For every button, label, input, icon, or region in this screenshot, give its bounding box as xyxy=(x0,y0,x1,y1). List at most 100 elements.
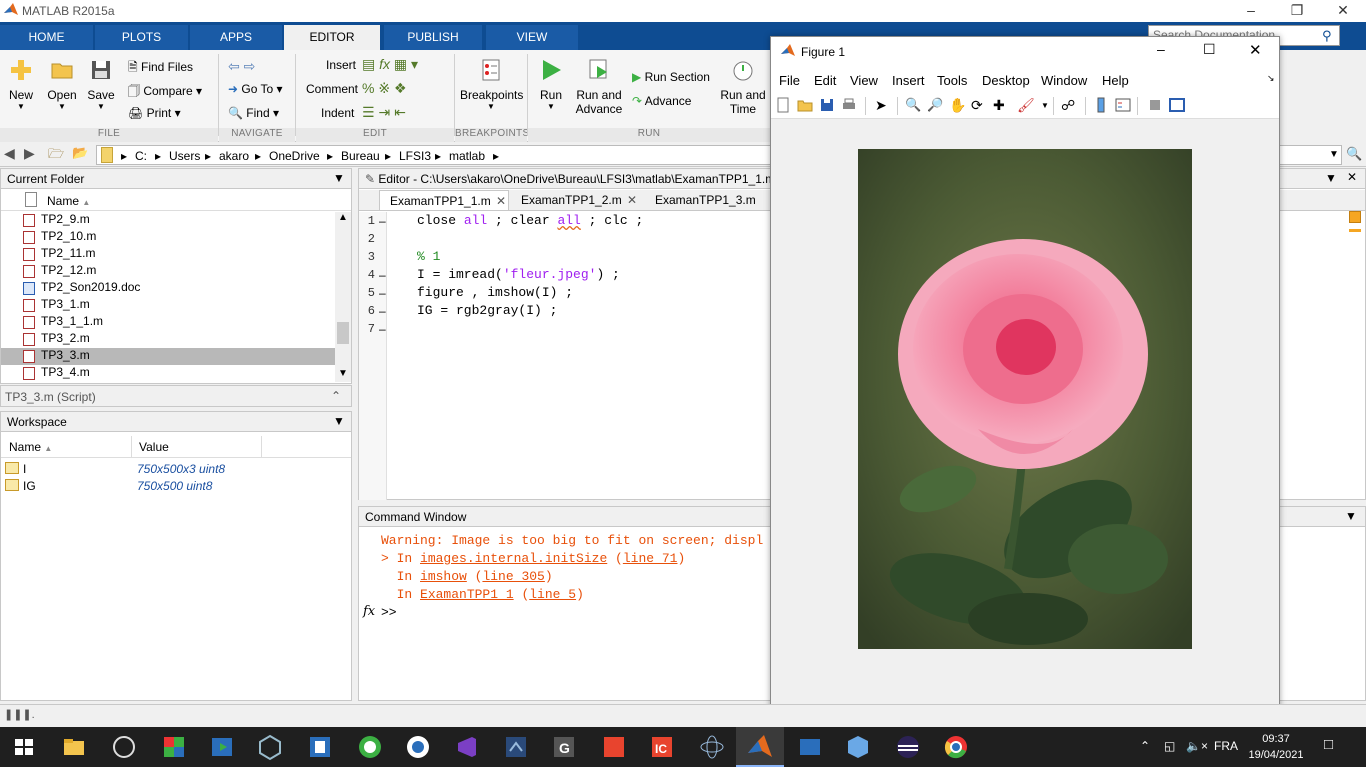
minimize-button[interactable]: – xyxy=(1228,0,1274,22)
panel-menu-icon[interactable]: ▼ xyxy=(333,414,345,428)
tab-examantpp1-2[interactable]: ExamanTPP1_2.m ✕ xyxy=(511,190,643,210)
tab-publish[interactable]: PUBLISH xyxy=(384,25,482,50)
list-item[interactable]: TP2_Son2019.doc xyxy=(21,280,331,297)
run-button[interactable]: Run ▼ xyxy=(534,58,568,111)
list-item[interactable]: TP3_2.m xyxy=(21,331,331,348)
chevron-up-icon[interactable]: ⌃ xyxy=(331,389,341,403)
app-icon[interactable] xyxy=(306,733,334,761)
breakpoint-dash[interactable]: – xyxy=(379,304,386,318)
show-plot-tools-icon[interactable] xyxy=(1169,97,1185,113)
language-indicator[interactable]: FRA xyxy=(1214,739,1238,753)
edit-tools-row1-icons[interactable]: ▤ fx ▦ ▾ xyxy=(362,56,418,73)
close-icon[interactable]: ✕ xyxy=(1347,170,1357,184)
smart-indent-icon[interactable]: ☰ xyxy=(362,104,375,120)
chevron-down-icon[interactable]: ▼ xyxy=(1329,149,1339,160)
menu-desktop[interactable]: Desktop xyxy=(982,73,1030,88)
save-figure-icon[interactable] xyxy=(819,97,835,113)
code-line-3[interactable]: % 1 xyxy=(417,249,440,264)
stack-link[interactable]: imshow xyxy=(420,569,467,584)
stack-link[interactable]: line 71 xyxy=(623,551,678,566)
visual-studio-icon[interactable] xyxy=(452,733,480,761)
open-button[interactable]: Open ▼ xyxy=(44,58,80,111)
edit-plot-arrow-icon[interactable]: ➤ xyxy=(875,97,891,113)
open-file-icon[interactable] xyxy=(797,97,813,113)
panel-menu-icon[interactable]: ▼ xyxy=(333,171,345,185)
list-item[interactable]: TP3_1_1.m xyxy=(21,314,331,331)
tab-home[interactable]: HOME xyxy=(0,25,93,50)
breakpoint-dash[interactable]: – xyxy=(379,322,386,336)
close-tab-icon[interactable]: ✕ xyxy=(496,194,506,208)
run-and-time-button[interactable]: Run and Time xyxy=(718,58,768,116)
breadcrumb-akaro[interactable]: akaro xyxy=(219,149,249,163)
vertical-scrollbar[interactable]: ▲ ▼ xyxy=(335,212,351,382)
close-button[interactable]: ✕ xyxy=(1320,0,1366,22)
find-files-button[interactable]: 🗎 Find Files xyxy=(128,58,193,79)
tab-examantpp1-3[interactable]: ExamanTPP1_3.m xyxy=(645,190,775,210)
name-column-header[interactable]: Name ▲ xyxy=(9,440,52,454)
edit-tools-row2-icons[interactable]: % ※ ❖ xyxy=(362,80,407,97)
print-figure-icon[interactable] xyxy=(841,97,857,113)
chrome-icon[interactable] xyxy=(942,733,970,761)
tab-apps[interactable]: APPS xyxy=(190,25,282,50)
insert-section-icon[interactable]: ▤ xyxy=(362,56,375,72)
breadcrumb-users[interactable]: Users xyxy=(169,149,200,163)
list-item[interactable]: TP3_4.m xyxy=(21,365,331,382)
pan-hand-icon[interactable]: ✋ xyxy=(949,97,966,113)
cube-app-icon[interactable] xyxy=(844,733,872,761)
notifications-icon[interactable]: □ xyxy=(1324,736,1333,753)
scroll-thumb[interactable] xyxy=(337,322,349,344)
menu-edit[interactable]: Edit xyxy=(814,73,836,88)
brush-icon[interactable]: 🖌 xyxy=(1017,97,1035,113)
breadcrumb-bureau[interactable]: Bureau xyxy=(341,149,380,163)
obs-icon[interactable] xyxy=(110,733,138,761)
hide-plot-tools-icon[interactable] xyxy=(1147,97,1163,113)
chevron-down-icon[interactable]: ▼ xyxy=(1041,101,1057,117)
tab-view[interactable]: VIEW xyxy=(486,25,578,50)
list-item[interactable]: TP3_1.m xyxy=(21,297,331,314)
rotate-3d-icon[interactable]: ⟳ xyxy=(971,97,987,113)
media-app-icon[interactable] xyxy=(208,733,236,761)
list-item[interactable]: TP2_11.m xyxy=(21,246,331,263)
back-forward-arrows-icon[interactable]: ⇦ ⇨ xyxy=(228,58,255,75)
code-line-4[interactable]: I = imread('fleur.jpeg') ; xyxy=(417,267,620,282)
legend-icon[interactable] xyxy=(1115,97,1131,113)
list-item-selected[interactable]: TP3_3.m xyxy=(1,348,335,365)
stack-link[interactable]: line 305 xyxy=(482,569,544,584)
name-column-header[interactable]: Name ▲ xyxy=(47,194,90,208)
menu-window[interactable]: Window xyxy=(1041,73,1087,88)
colorbar-icon[interactable] xyxy=(1093,97,1109,113)
breakpoint-dash[interactable]: – xyxy=(379,286,386,300)
tab-plots[interactable]: PLOTS xyxy=(95,25,188,50)
breadcrumb-c[interactable]: C: xyxy=(135,149,147,163)
link-plot-icon[interactable]: ☍ xyxy=(1061,97,1077,113)
command-prompt[interactable]: >> xyxy=(381,605,397,620)
rose-image[interactable] xyxy=(858,149,1192,649)
breakpoint-dash[interactable]: – xyxy=(379,214,386,228)
breadcrumb-lfsi3[interactable]: LFSI3 xyxy=(399,149,431,163)
code-line-5[interactable]: figure , imshow(I) ; xyxy=(417,285,573,300)
dock-arrow-icon[interactable]: ↘ xyxy=(1267,73,1275,84)
new-button[interactable]: New ▼ xyxy=(4,58,38,111)
search-folder-icon[interactable]: 🔍 xyxy=(1346,146,1362,162)
panel-menu-icon[interactable]: ▼ xyxy=(1325,171,1337,185)
insert-fn-icon[interactable]: ▦ xyxy=(394,56,407,72)
close-tab-icon[interactable]: ✕ xyxy=(627,193,637,207)
back-arrow-icon[interactable]: ◀ xyxy=(4,145,15,162)
list-item[interactable]: TP2_12.m xyxy=(21,263,331,280)
maximize-button[interactable]: ☐ xyxy=(1203,41,1216,58)
sql-app-icon[interactable] xyxy=(796,733,824,761)
wrap-comment-icon[interactable]: ❖ xyxy=(394,80,407,96)
advance-button[interactable]: ↷ Advance xyxy=(632,94,691,108)
forward-arrow-icon[interactable]: ▶ xyxy=(24,145,35,162)
fx-icon[interactable]: fx xyxy=(363,604,375,619)
close-button[interactable]: ✕ xyxy=(1249,41,1262,59)
browser-app-icon[interactable] xyxy=(404,733,432,761)
compare-button[interactable]: 🗍 Compare ▾ xyxy=(128,82,202,103)
zoom-in-icon[interactable]: 🔍 xyxy=(905,97,921,113)
fx-icon[interactable]: fx xyxy=(379,56,390,72)
table-row[interactable]: IG 750x500 uint8 xyxy=(1,477,351,494)
stack-link[interactable]: ExamanTPP1_1 xyxy=(420,587,514,602)
eclipse-icon[interactable] xyxy=(894,733,922,761)
browse-folder-icon[interactable]: 📂 xyxy=(72,145,88,161)
run-and-advance-button[interactable]: Run and Advance xyxy=(574,58,624,116)
